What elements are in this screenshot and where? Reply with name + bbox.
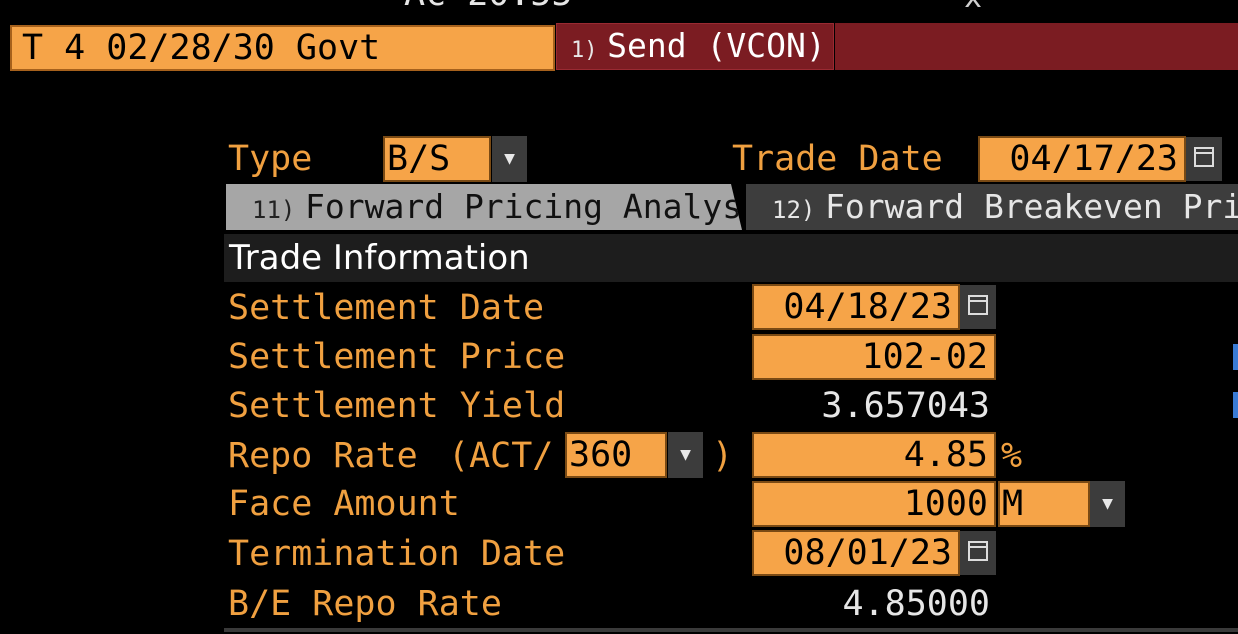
send-number: 1): [571, 38, 598, 63]
side-indicator: [1233, 392, 1238, 418]
tab-forward-breakeven-pricing[interactable]: 12) Forward Breakeven Pricing: [746, 184, 1238, 230]
bottom-divider: [224, 628, 1238, 632]
chevron-down-icon: ▼: [1102, 493, 1113, 514]
settlement-price-value: 102-02: [861, 337, 988, 377]
repo-basis-close: ): [712, 436, 734, 476]
repo-rate-field[interactable]: 4.85: [752, 432, 996, 478]
termination-date-field[interactable]: 08/01/23: [752, 530, 960, 576]
settlement-price-field[interactable]: 102-02: [752, 334, 996, 380]
chevron-down-icon: ▼: [504, 148, 515, 169]
termination-date-label: Termination Date: [228, 534, 566, 574]
type-value: B/S: [387, 139, 451, 179]
type-label: Type: [228, 139, 313, 179]
side-indicator: [1233, 344, 1238, 370]
settlement-date-label: Settlement Date: [228, 288, 545, 328]
top-partial-close[interactable]: x: [964, 0, 982, 18]
repo-rate-label: Repo Rate: [228, 436, 418, 476]
repo-basis-dropdown-button[interactable]: ▼: [668, 432, 703, 478]
face-amount-field[interactable]: 1000: [752, 481, 996, 527]
be-repo-rate-label: B/E Repo Rate: [228, 584, 502, 624]
header-bar-fill: [835, 23, 1238, 70]
tab-number: 12): [772, 196, 816, 224]
repo-basis-select[interactable]: 360: [565, 432, 667, 478]
tab-label: Forward Pricing Analysis: [305, 187, 782, 226]
send-vcon-button[interactable]: 1) Send (VCON): [556, 23, 834, 70]
send-label: Send (VCON): [607, 26, 826, 65]
top-partial-text: Ac 20.55: [404, 0, 573, 14]
tab-forward-pricing-analysis[interactable]: 11) Forward Pricing Analysis: [226, 184, 742, 230]
security-field[interactable]: T 4 02/28/30 Govt: [10, 25, 555, 71]
face-amount-value: 1000: [903, 484, 988, 524]
settlement-price-label: Settlement Price: [228, 337, 566, 377]
repo-basis-value: 360: [569, 435, 633, 475]
trade-date-value: 04/17/23: [1009, 139, 1178, 179]
face-unit-dropdown-button[interactable]: ▼: [1090, 481, 1125, 527]
repo-rate-unit: %: [1001, 436, 1023, 476]
calendar-icon[interactable]: [960, 531, 996, 575]
face-unit-value: M: [1002, 484, 1024, 524]
settlement-date-field[interactable]: 04/18/23: [752, 284, 960, 330]
repo-rate-value: 4.85: [903, 435, 988, 475]
tab-label: Forward Breakeven Pricing: [825, 187, 1238, 226]
tab-number: 11): [252, 196, 296, 224]
chevron-down-icon: ▼: [680, 444, 691, 465]
be-repo-rate-value: 4.85000: [842, 584, 990, 624]
section-title: Trade Information: [229, 238, 530, 278]
face-unit-select[interactable]: M: [998, 481, 1090, 527]
settlement-yield-label: Settlement Yield: [228, 386, 566, 426]
top-strip: Ac 20.55 x: [0, 0, 1238, 20]
calendar-icon[interactable]: [1186, 137, 1222, 181]
settlement-yield-value: 3.657043: [821, 386, 990, 426]
calendar-icon[interactable]: [960, 285, 996, 329]
face-amount-label: Face Amount: [228, 484, 460, 524]
termination-date-value: 08/01/23: [783, 533, 952, 573]
type-select[interactable]: B/S: [383, 136, 491, 182]
section-header: Trade Information: [224, 234, 1238, 282]
settlement-date-value: 04/18/23: [783, 287, 952, 327]
trade-date-label: Trade Date: [732, 139, 943, 179]
security-ticker: T 4 02/28/30 Govt: [22, 28, 381, 68]
type-dropdown-button[interactable]: ▼: [492, 136, 527, 182]
repo-basis-open: (ACT/: [448, 436, 554, 476]
trade-date-field[interactable]: 04/17/23: [978, 136, 1186, 182]
